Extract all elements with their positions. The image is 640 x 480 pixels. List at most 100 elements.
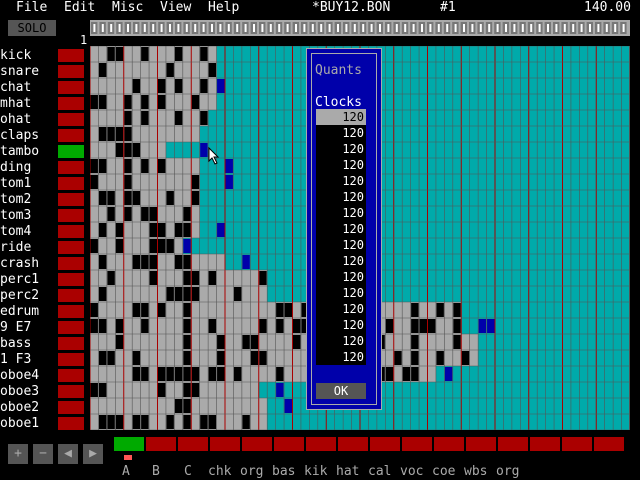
track-name[interactable]: oboe1 xyxy=(0,416,56,432)
track-name[interactable]: 9 E7 xyxy=(0,320,56,336)
track-name[interactable]: mhat xyxy=(0,96,56,112)
track-mute-button[interactable] xyxy=(58,257,84,270)
track-mute-button[interactable] xyxy=(58,337,84,350)
pattern-label[interactable]: bas xyxy=(272,464,295,480)
track-mute-button[interactable] xyxy=(58,289,84,302)
clock-value-row[interactable]: 120 xyxy=(316,237,366,253)
track-name[interactable]: kick xyxy=(0,48,56,64)
track-mute-button[interactable] xyxy=(58,385,84,398)
track-name[interactable]: tom2 xyxy=(0,192,56,208)
menu-file[interactable]: File xyxy=(16,0,47,16)
pattern-label[interactable]: coe xyxy=(432,464,455,480)
track-mute-button[interactable] xyxy=(58,161,84,174)
pattern-button[interactable] xyxy=(370,437,400,451)
track-mute-button[interactable] xyxy=(58,417,84,430)
track-name[interactable]: tambo xyxy=(0,144,56,160)
track-mute-button[interactable] xyxy=(58,353,84,366)
pattern-button[interactable] xyxy=(498,437,528,451)
track-name[interactable]: 1 F3 xyxy=(0,352,56,368)
clock-value-row[interactable]: 120 xyxy=(316,141,366,157)
track-mute-button[interactable] xyxy=(58,321,84,334)
pattern-label[interactable]: wbs xyxy=(464,464,487,480)
track-name[interactable]: oboe2 xyxy=(0,400,56,416)
track-mute-button[interactable] xyxy=(58,177,84,190)
ok-button[interactable]: OK xyxy=(316,383,366,399)
pattern-button[interactable] xyxy=(466,437,496,451)
pattern-label[interactable]: cal xyxy=(368,464,391,480)
track-mute-button[interactable] xyxy=(58,65,84,78)
pattern-label[interactable]: hat xyxy=(336,464,359,480)
solo-button[interactable]: SOLO xyxy=(8,20,56,36)
track-mute-button[interactable] xyxy=(58,369,84,382)
clock-value-row[interactable]: 120 xyxy=(316,301,366,317)
track-name[interactable]: perc2 xyxy=(0,288,56,304)
track-mute-button[interactable] xyxy=(58,241,84,254)
track-name[interactable]: tom1 xyxy=(0,176,56,192)
arrow-right-icon[interactable]: ▶ xyxy=(83,444,103,464)
pattern-label[interactable]: B xyxy=(152,464,160,480)
menu-misc[interactable]: Misc xyxy=(112,0,143,16)
track-mute-button[interactable] xyxy=(58,129,84,142)
pattern-button[interactable] xyxy=(338,437,368,451)
pattern-button[interactable] xyxy=(146,437,176,451)
menu-view[interactable]: View xyxy=(160,0,191,16)
pattern-label[interactable]: chk xyxy=(208,464,231,480)
pattern-button[interactable] xyxy=(434,437,464,451)
track-mute-button[interactable] xyxy=(58,401,84,414)
pattern-button[interactable] xyxy=(178,437,208,451)
track-name[interactable]: ohat xyxy=(0,112,56,128)
remove-button[interactable]: − xyxy=(33,444,53,464)
track-name[interactable]: tom3 xyxy=(0,208,56,224)
track-name[interactable]: ding xyxy=(0,160,56,176)
track-mute-button[interactable] xyxy=(58,225,84,238)
track-name[interactable]: tom4 xyxy=(0,224,56,240)
track-name[interactable]: oboe4 xyxy=(0,368,56,384)
step-ruler[interactable] xyxy=(90,20,630,36)
add-button[interactable]: + xyxy=(8,444,28,464)
track-mute-button[interactable] xyxy=(58,305,84,318)
clock-value-row[interactable]: 120 xyxy=(316,189,366,205)
pattern-label[interactable]: C xyxy=(184,464,192,480)
track-mute-button[interactable] xyxy=(58,209,84,222)
pattern-button[interactable] xyxy=(562,437,592,451)
track-name[interactable]: chat xyxy=(0,80,56,96)
track-name[interactable]: edrum xyxy=(0,304,56,320)
pattern-button[interactable] xyxy=(530,437,560,451)
clock-value-row[interactable]: 120 xyxy=(316,157,366,173)
arrow-left-icon[interactable]: ◀ xyxy=(58,444,78,464)
pattern-button[interactable] xyxy=(242,437,272,451)
clock-value-row[interactable]: 120 xyxy=(316,173,366,189)
track-mute-button[interactable] xyxy=(58,97,84,110)
track-name[interactable]: crash xyxy=(0,256,56,272)
menu-edit[interactable]: Edit xyxy=(64,0,95,16)
clock-value-row[interactable]: 120 xyxy=(316,109,366,125)
track-mute-button[interactable] xyxy=(58,145,84,158)
clock-value-row[interactable]: 120 xyxy=(316,333,366,349)
pattern-label[interactable]: org xyxy=(240,464,263,480)
pattern-label[interactable]: org xyxy=(496,464,519,480)
clock-value-row[interactable]: 120 xyxy=(316,285,366,301)
track-name[interactable]: bass xyxy=(0,336,56,352)
pattern-button[interactable] xyxy=(274,437,304,451)
clock-value-row[interactable]: 120 xyxy=(316,221,366,237)
pattern-label[interactable]: A xyxy=(122,464,130,480)
track-name[interactable]: ride xyxy=(0,240,56,256)
track-mute-button[interactable] xyxy=(58,113,84,126)
track-mute-button[interactable] xyxy=(58,273,84,286)
track-name[interactable]: claps xyxy=(0,128,56,144)
pattern-button[interactable] xyxy=(306,437,336,451)
pattern-button[interactable] xyxy=(210,437,240,451)
track-mute-button[interactable] xyxy=(58,193,84,206)
track-name[interactable]: snare xyxy=(0,64,56,80)
track-name[interactable]: oboe3 xyxy=(0,384,56,400)
clock-value-row[interactable]: 120 xyxy=(316,317,366,333)
menu-help[interactable]: Help xyxy=(208,0,239,16)
pattern-label[interactable]: voc xyxy=(400,464,423,480)
pattern-button[interactable] xyxy=(402,437,432,451)
clock-value-row[interactable]: 120 xyxy=(316,349,366,365)
clock-value-row[interactable]: 120 xyxy=(316,125,366,141)
clock-value-row[interactable]: 120 xyxy=(316,269,366,285)
clock-value-row[interactable]: 120 xyxy=(316,205,366,221)
track-mute-button[interactable] xyxy=(58,49,84,62)
pattern-button[interactable] xyxy=(114,437,144,451)
